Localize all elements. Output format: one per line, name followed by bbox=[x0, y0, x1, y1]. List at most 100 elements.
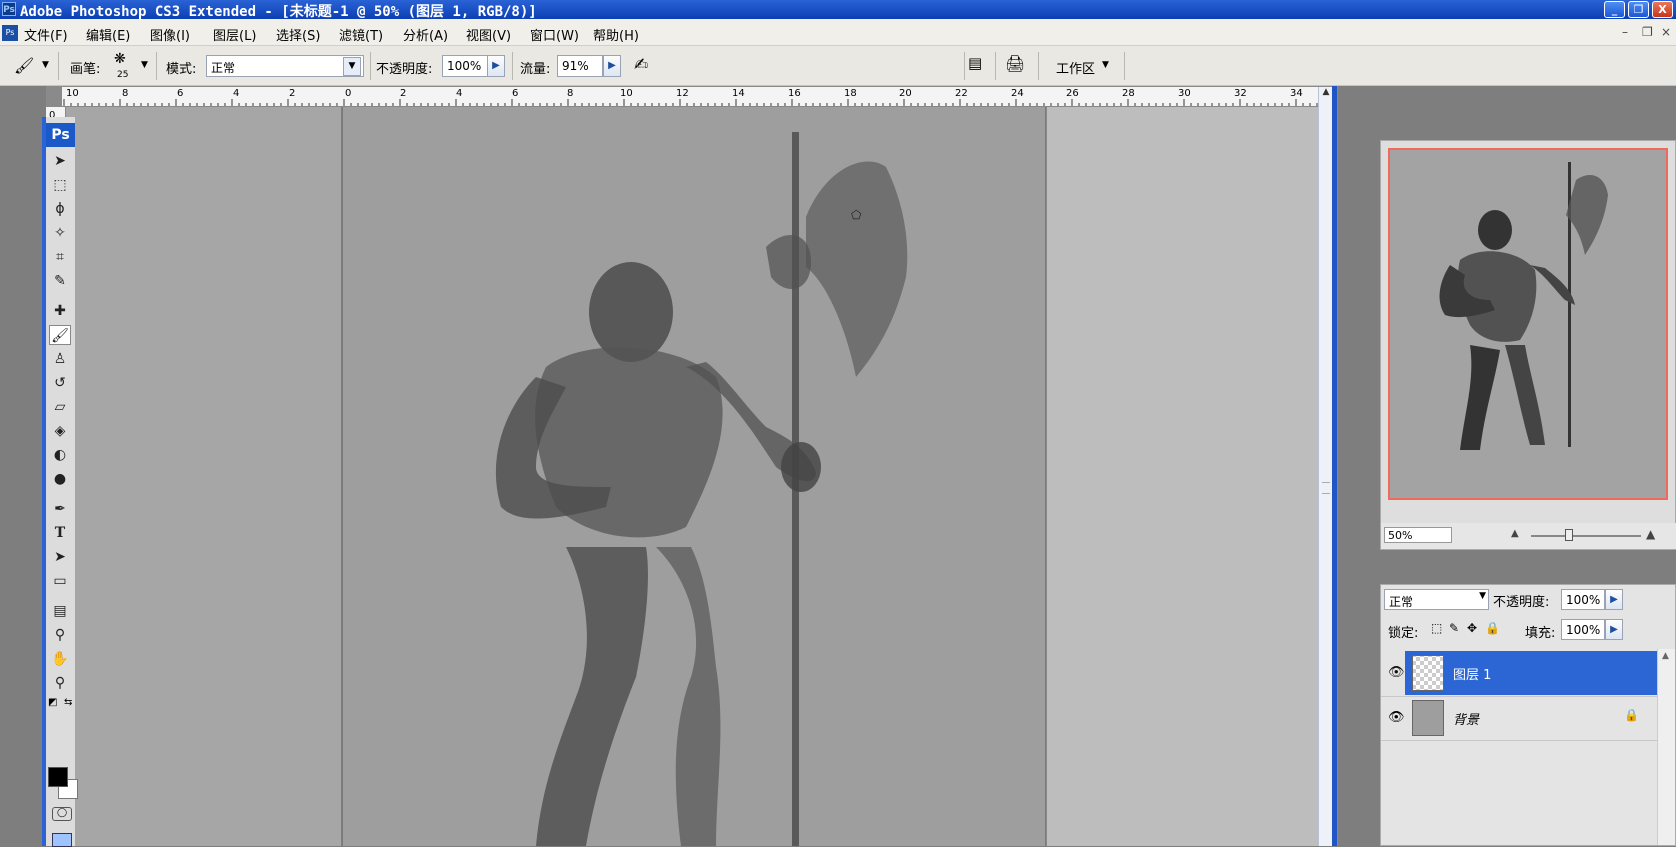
ruler-label: 34 bbox=[1290, 88, 1303, 99]
ruler-label: 6 bbox=[177, 88, 184, 99]
lasso-tool-icon[interactable]: ϕ bbox=[49, 199, 71, 219]
navigator-zoom-input[interactable]: 50% bbox=[1384, 527, 1452, 543]
opacity-slider-button[interactable]: ▶ bbox=[487, 55, 505, 77]
horizontal-ruler[interactable]: 10 8 6 4 2 0 2 4 6 8 10 12 14 16 18 20 2… bbox=[62, 87, 1332, 107]
workspace-button[interactable]: 工作区 bbox=[1056, 58, 1095, 77]
healing-brush-tool-icon[interactable]: ✚ bbox=[49, 301, 71, 321]
preset-dropdown-icon[interactable]: ▼ bbox=[42, 60, 49, 70]
ruler-label: 20 bbox=[899, 88, 912, 99]
clone-stamp-tool-icon[interactable]: ♙ bbox=[49, 349, 71, 369]
vertical-scrollbar[interactable]: ▲ bbox=[1318, 87, 1332, 846]
lock-pixels-icon[interactable]: ✎ bbox=[1449, 621, 1459, 635]
chevron-down-icon[interactable]: ▼ bbox=[1479, 591, 1486, 601]
menu-window[interactable]: 窗口(W) bbox=[530, 25, 579, 44]
layer-row-background[interactable]: 👁 背景 🔒 bbox=[1381, 696, 1657, 740]
rectangle-tool-icon[interactable]: ▭ bbox=[49, 571, 71, 591]
brush-dropdown-icon[interactable]: ▼ bbox=[141, 60, 148, 70]
close-button[interactable]: X bbox=[1652, 1, 1673, 18]
notes-tool-icon[interactable]: ▤ bbox=[49, 601, 71, 621]
flow-input[interactable]: 91% bbox=[557, 55, 603, 77]
ps-logo[interactable]: Ps bbox=[46, 123, 75, 147]
restore-button[interactable]: ❐ bbox=[1628, 1, 1649, 18]
menu-view[interactable]: 视图(V) bbox=[466, 25, 511, 44]
doc-restore-button[interactable]: ❐ bbox=[1642, 25, 1653, 39]
swap-colors-icon[interactable]: ⇆ bbox=[64, 697, 72, 708]
brush-tool-icon[interactable]: 🖌 bbox=[49, 325, 71, 345]
chevron-down-icon[interactable]: ▼ bbox=[343, 57, 361, 76]
menu-file[interactable]: 文件(F) bbox=[24, 25, 68, 44]
canvas[interactable]: ⬠ bbox=[66, 107, 1332, 846]
zoom-out-icon[interactable]: ▲ bbox=[1511, 528, 1519, 539]
minimize-button[interactable]: _ bbox=[1604, 1, 1625, 18]
dodge-tool-icon[interactable]: ● bbox=[49, 469, 71, 489]
type-tool-icon[interactable]: T bbox=[49, 523, 71, 543]
marquee-tool-icon[interactable]: ⬚ bbox=[49, 175, 71, 195]
lock-position-icon[interactable]: ✥ bbox=[1467, 621, 1477, 635]
fill-input[interactable]: 100% bbox=[1561, 619, 1605, 640]
lock-all-icon[interactable]: 🔒 bbox=[1485, 621, 1500, 635]
fill-slider-button[interactable]: ▶ bbox=[1605, 619, 1623, 640]
menu-analysis[interactable]: 分析(A) bbox=[403, 25, 448, 44]
zoom-slider-thumb[interactable] bbox=[1565, 529, 1573, 541]
history-brush-tool-icon[interactable]: ↺ bbox=[49, 373, 71, 393]
move-tool-icon[interactable]: ➤ bbox=[49, 151, 71, 171]
scroll-grip[interactable] bbox=[1322, 482, 1330, 494]
menu-image[interactable]: 图像(I) bbox=[150, 25, 190, 44]
mode-select[interactable]: 正常 ▼ bbox=[206, 55, 364, 77]
ruler-label: 14 bbox=[732, 88, 745, 99]
layers-panel: 正常 ▼ 不透明度: 100% ▶ 锁定: ⬚ ✎ ✥ 🔒 填充: 100% ▶… bbox=[1380, 584, 1676, 846]
visibility-eye-icon[interactable]: 👁 bbox=[1381, 651, 1405, 695]
bridge-icon[interactable]: 🖨 bbox=[1005, 54, 1025, 73]
quick-mask-icon[interactable]: ◯ bbox=[52, 807, 72, 821]
eyedropper-tool-icon[interactable]: ⚲ bbox=[49, 625, 71, 645]
doc-close-button[interactable]: × bbox=[1661, 25, 1671, 39]
zoom-in-icon[interactable]: ▲ bbox=[1646, 527, 1655, 541]
slice-tool-icon[interactable]: ✎ bbox=[49, 271, 71, 291]
ruler-label: 28 bbox=[1122, 88, 1135, 99]
layers-scrollbar[interactable]: ▲ bbox=[1657, 649, 1675, 845]
palette-well-icon[interactable]: ▤ bbox=[968, 54, 988, 74]
lock-transparency-icon[interactable]: ⬚ bbox=[1431, 621, 1442, 635]
document-icon[interactable]: Ps bbox=[2, 25, 18, 41]
layer-name[interactable]: 背景 bbox=[1453, 709, 1479, 728]
scroll-up-arrow-icon[interactable]: ▲ bbox=[1319, 87, 1333, 101]
workspace-dropdown-icon[interactable]: ▼ bbox=[1102, 60, 1109, 70]
opacity-input[interactable]: 100% bbox=[442, 55, 488, 77]
layer-opacity-input[interactable]: 100% bbox=[1561, 589, 1605, 610]
divider bbox=[1381, 696, 1657, 697]
scroll-up-arrow-icon[interactable]: ▲ bbox=[1662, 651, 1669, 661]
blend-mode-select[interactable]: 正常 ▼ bbox=[1384, 589, 1489, 610]
visibility-eye-icon[interactable]: 👁 bbox=[1388, 710, 1405, 725]
menu-layer[interactable]: 图层(L) bbox=[213, 25, 256, 44]
layer-opacity-slider-button[interactable]: ▶ bbox=[1605, 589, 1623, 610]
screen-mode-icon[interactable] bbox=[52, 833, 72, 847]
ruler-label: 2 bbox=[400, 88, 407, 99]
foreground-color-swatch[interactable] bbox=[48, 767, 68, 787]
navigator-preview[interactable] bbox=[1388, 148, 1668, 500]
airbrush-icon[interactable]: ✍ bbox=[634, 55, 648, 75]
crop-tool-icon[interactable]: ⌗ bbox=[49, 247, 71, 267]
zoom-slider[interactable] bbox=[1531, 535, 1641, 537]
path-selection-tool-icon[interactable]: ➤ bbox=[49, 547, 71, 567]
hand-tool-icon[interactable]: ✋ bbox=[49, 649, 71, 669]
magic-wand-tool-icon[interactable]: ✧ bbox=[49, 223, 71, 243]
separator bbox=[995, 52, 996, 80]
separator bbox=[370, 52, 371, 80]
brush-tool-preset-icon[interactable]: 🖌 bbox=[14, 56, 34, 75]
default-colors-icon[interactable]: ◩ bbox=[48, 697, 57, 708]
pen-tool-icon[interactable]: ✒ bbox=[49, 499, 71, 519]
menu-edit[interactable]: 编辑(E) bbox=[86, 25, 130, 44]
paint-bucket-tool-icon[interactable]: ◈ bbox=[49, 421, 71, 441]
blend-mode-value: 正常 bbox=[1389, 595, 1414, 609]
doc-minimize-button[interactable]: – bbox=[1622, 25, 1628, 39]
blur-tool-icon[interactable]: ◐ bbox=[49, 445, 71, 465]
layer-row-layer1[interactable]: 👁 图层 1 bbox=[1381, 651, 1657, 695]
flow-slider-button[interactable]: ▶ bbox=[603, 55, 621, 77]
brush-preview-icon[interactable]: ❋ bbox=[114, 51, 126, 67]
menu-help[interactable]: 帮助(H) bbox=[593, 25, 639, 44]
menu-filter[interactable]: 滤镜(T) bbox=[339, 25, 383, 44]
layer-name[interactable]: 图层 1 bbox=[1453, 664, 1491, 683]
zoom-tool-icon[interactable]: ⚲ bbox=[49, 673, 71, 693]
menu-select[interactable]: 选择(S) bbox=[276, 25, 320, 44]
eraser-tool-icon[interactable]: ▱ bbox=[49, 397, 71, 417]
